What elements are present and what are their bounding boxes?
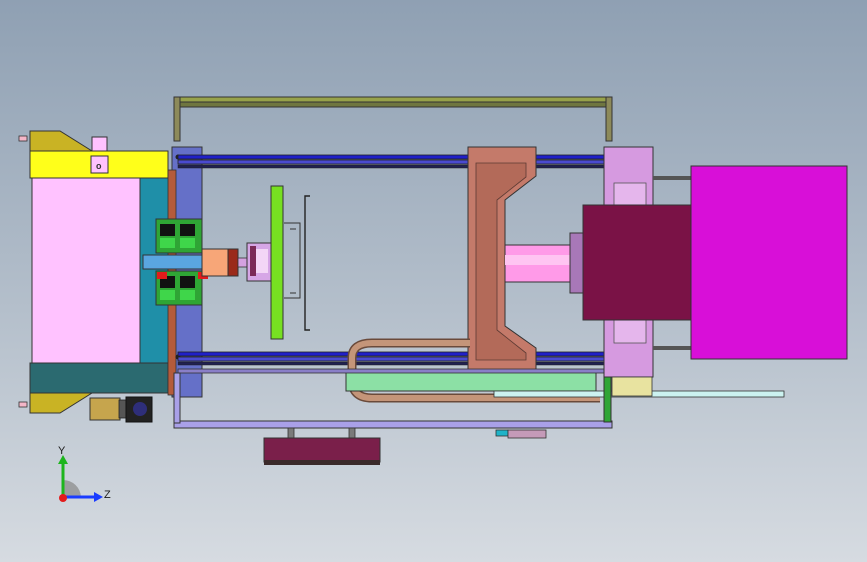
left-end-block[interactable]: o	[18, 130, 171, 414]
mold-plate[interactable]	[270, 185, 310, 340]
y-axis-label: Y	[58, 445, 66, 457]
axis-triad: Y Z	[58, 445, 111, 502]
valve-fitting[interactable]	[495, 429, 547, 439]
tie-bar-upper[interactable]	[177, 154, 611, 169]
servo-motor[interactable]	[89, 396, 153, 423]
clamp-jaw-upper[interactable]	[155, 218, 203, 254]
clamp-jaw-lower[interactable]	[155, 270, 208, 306]
cad-viewport[interactable]: o Y Z	[0, 0, 867, 562]
tie-bar-lower[interactable]	[177, 351, 611, 366]
lower-slide-rail[interactable]	[177, 368, 785, 398]
top-frame[interactable]	[173, 96, 613, 142]
piston-block[interactable]	[582, 204, 699, 321]
piston-rod[interactable]	[504, 232, 585, 294]
part-mark-label: o	[96, 161, 102, 171]
z-axis-label: Z	[104, 489, 111, 501]
hydraulic-motor-block[interactable]	[690, 165, 848, 360]
base-block[interactable]	[263, 427, 381, 465]
z-axis-arrowhead	[94, 492, 103, 502]
origin-dot	[59, 494, 67, 502]
